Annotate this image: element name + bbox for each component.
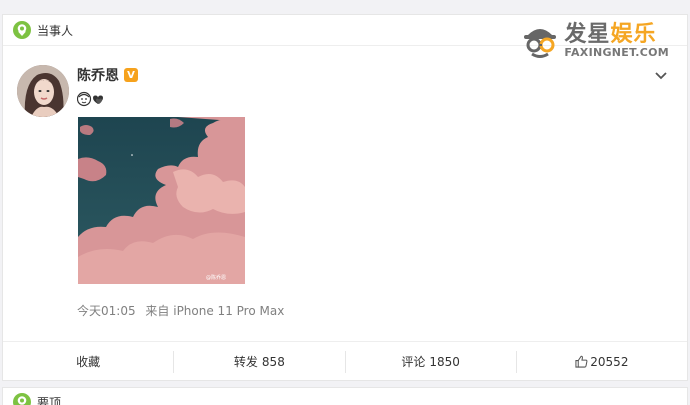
comment-label: 评论 <box>401 355 426 369</box>
post-image[interactable]: @陈乔恩 <box>78 117 245 284</box>
location-pin-icon <box>13 21 31 39</box>
site-watermark: 发星娱乐 FAXINGNET.COM <box>520 21 669 61</box>
watermark-main-accent: 娱乐 <box>610 22 657 47</box>
watermark-main-dark: 发星 <box>564 22 611 47</box>
repost-button[interactable]: 转发 858 <box>174 350 346 373</box>
repost-count: 858 <box>261 354 285 369</box>
like-count: 20552 <box>590 354 629 369</box>
image-watermark: @陈乔恩 <box>206 274 226 281</box>
post-source: 来自 iPhone 11 Pro Max <box>145 304 285 318</box>
thumbs-up-icon <box>575 355 588 368</box>
chevron-down-icon[interactable] <box>653 67 669 83</box>
detective-logo-icon <box>524 29 557 58</box>
favorite-button[interactable]: 收藏 <box>3 350 175 373</box>
emoji-icons <box>77 91 103 107</box>
favorite-label: 收藏 <box>76 355 101 369</box>
location-pin-icon <box>13 393 31 405</box>
username-link[interactable]: 陈乔恩 <box>77 65 119 85</box>
post-meta: 今天01:05 来自 iPhone 11 Pro Max <box>77 302 284 319</box>
next-section-header: 要顶 <box>2 387 688 405</box>
action-bar: 收藏 转发 858 评论 1850 20552 <box>3 341 687 381</box>
post-timestamp[interactable]: 今天01:05 <box>77 304 136 318</box>
like-button[interactable]: 20552 <box>517 351 687 373</box>
watermark-sub: FAXINGNET.COM <box>564 46 669 59</box>
section-title: 当事人 <box>37 23 74 38</box>
repost-label: 转发 <box>233 355 258 369</box>
comment-button[interactable]: 评论 1850 <box>346 350 517 373</box>
avatar-image <box>17 65 69 117</box>
comment-count: 1850 <box>429 354 460 369</box>
next-section-title: 要顶 <box>37 395 62 405</box>
post-text-emoji <box>77 91 107 107</box>
weibo-card: 当事人 发星娱乐 FAXINGNET.COM 陈乔恩 V @陈乔恩 今天01:0… <box>2 14 688 381</box>
avatar[interactable] <box>17 65 69 117</box>
sky-clouds-image: @陈乔恩 <box>78 117 245 284</box>
verified-v-icon: V <box>124 68 138 82</box>
